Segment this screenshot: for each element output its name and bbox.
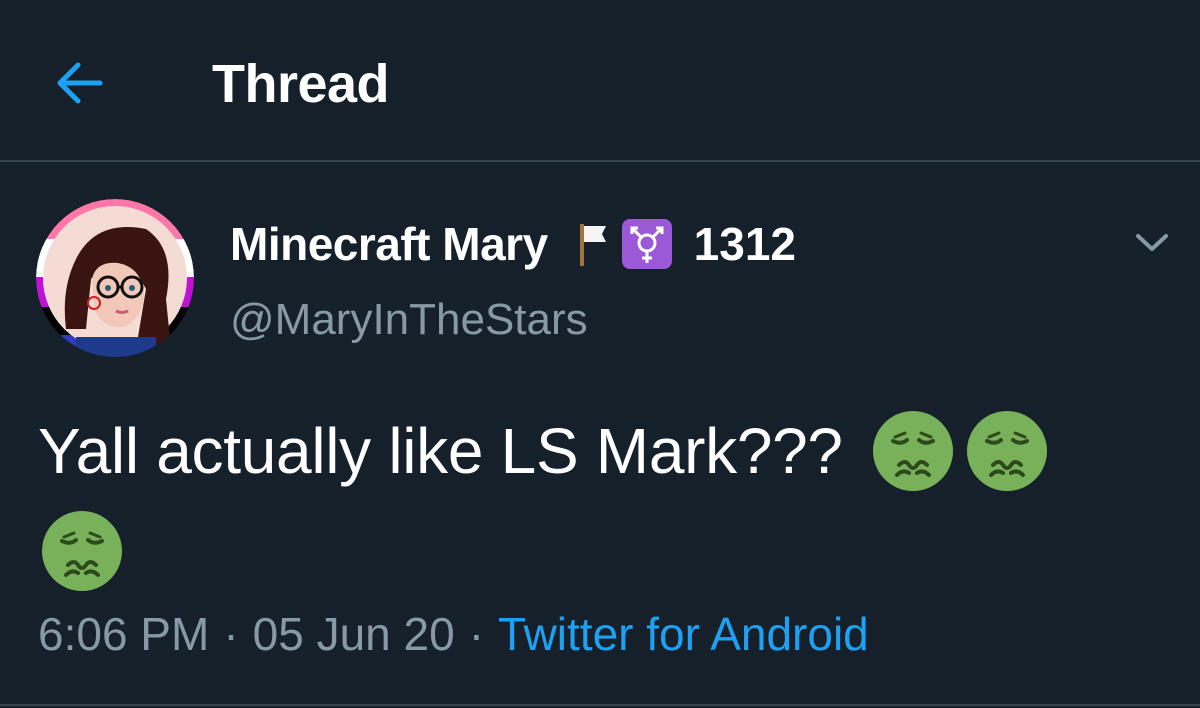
chevron-down-icon [1136, 234, 1168, 251]
author-handle[interactable]: @MaryInTheStars [230, 292, 588, 348]
meta-separator: · [223, 608, 239, 660]
arrow-left-icon [57, 62, 103, 104]
thread-header: Thread [0, 0, 1200, 162]
avatar-illustration [36, 199, 194, 357]
tweet-menu-button[interactable] [1132, 226, 1172, 258]
author-name-row: Minecraft Mary 1312 [230, 212, 796, 276]
white-flag-icon [574, 220, 610, 268]
nauseated-face-icon [40, 509, 124, 593]
tweet-text-block: Yall actually like LS Mark??? [38, 400, 1168, 593]
avatar[interactable] [36, 199, 194, 357]
nauseated-face-icon [871, 409, 955, 493]
meta-separator: · [468, 608, 485, 660]
tweet-text: Yall actually like LS Mark??? [38, 415, 843, 488]
tweet-date[interactable]: 05 Jun 20 [253, 608, 455, 660]
tweet-source-link[interactable]: Twitter for Android [498, 608, 869, 660]
tweet-meta: 6:06 PM · 05 Jun 20 · Twitter for Android [38, 604, 869, 664]
tweet-time[interactable]: 6:06 PM [38, 608, 209, 660]
transgender-symbol-icon [621, 219, 672, 269]
divider [0, 704, 1200, 706]
author-name-suffix: 1312 [693, 218, 796, 270]
author-display-name[interactable]: Minecraft Mary [230, 217, 548, 271]
back-button[interactable] [52, 58, 108, 108]
nauseated-face-icon [965, 409, 1049, 493]
page-title: Thread [212, 54, 390, 114]
